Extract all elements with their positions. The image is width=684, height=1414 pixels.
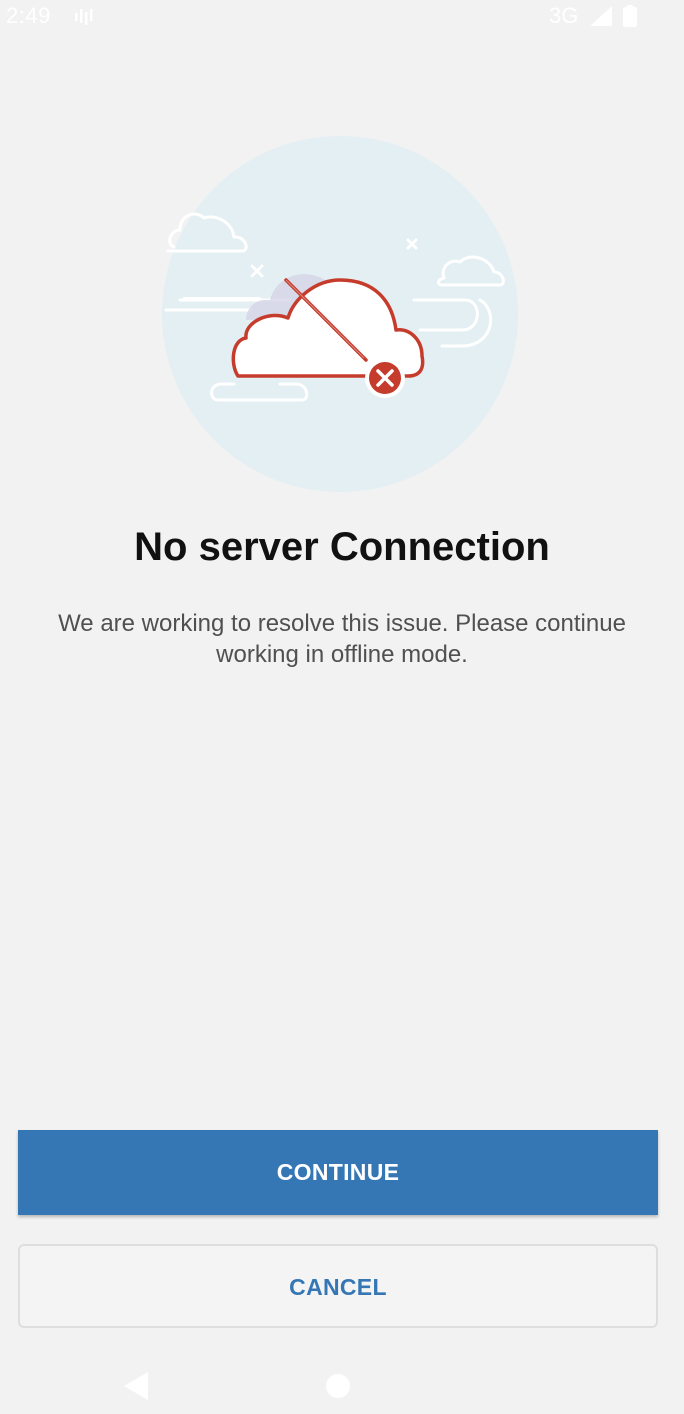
cloud-disconnected-icon <box>162 136 518 492</box>
error-x-icon <box>365 358 405 398</box>
dialog-message: We are working to resolve this issue. Pl… <box>58 610 626 668</box>
cellular-signal-icon <box>590 6 612 26</box>
dialog-title: No server Connection <box>134 525 550 569</box>
home-circle-icon[interactable] <box>326 1374 350 1398</box>
back-triangle-icon[interactable] <box>122 1370 150 1402</box>
status-bar: 2:49 3G <box>0 0 684 34</box>
battery-icon <box>623 5 637 27</box>
continue-button[interactable]: CONTINUE <box>18 1130 658 1215</box>
status-time: 2:49 <box>6 3 51 28</box>
network-type-label: 3G <box>549 3 579 28</box>
cancel-button[interactable]: CANCEL <box>18 1244 658 1328</box>
signal-bars-notification-icon <box>75 9 93 25</box>
